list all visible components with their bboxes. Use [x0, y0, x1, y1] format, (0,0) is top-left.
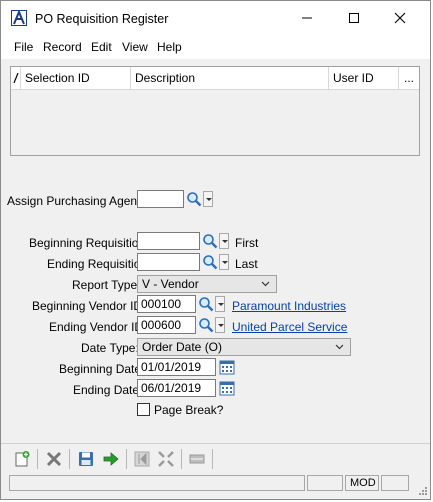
end-date-calendar-icon[interactable]	[219, 380, 235, 396]
status-panel-blank	[307, 475, 343, 491]
maximize-button[interactable]	[331, 6, 377, 30]
first-record-icon[interactable]	[133, 450, 151, 468]
date-type-label: Date Type:	[81, 341, 139, 355]
toolbar-separator	[37, 449, 38, 469]
begin-vendor-input[interactable]: 000100	[137, 295, 196, 313]
agent-input[interactable]	[137, 190, 184, 208]
begin-date-input[interactable]: 01/01/2019	[137, 358, 216, 376]
col-user-id[interactable]: User ID	[329, 67, 399, 89]
window-title: PO Requisition Register	[35, 12, 169, 26]
expand-icon[interactable]	[157, 450, 175, 468]
menu-view[interactable]: View	[122, 40, 148, 54]
page-break-label: Page Break?	[154, 403, 224, 417]
begin-date-calendar-icon[interactable]	[219, 359, 235, 375]
report-type-select[interactable]: V - Vendor	[137, 275, 277, 293]
end-req-input[interactable]	[137, 253, 200, 271]
col-description[interactable]: Description	[131, 67, 329, 89]
menu-help[interactable]: Help	[157, 40, 182, 54]
delete-icon[interactable]	[45, 450, 63, 468]
begin-date-label: Beginning Date:	[59, 362, 145, 376]
toolbar-separator	[212, 449, 213, 469]
end-vendor-label: Ending Vendor ID:	[49, 320, 147, 334]
menu-file[interactable]: File	[14, 40, 33, 54]
begin-vendor-name-link[interactable]: Paramount Industries	[232, 299, 346, 313]
toolbar-separator	[181, 449, 182, 469]
status-bar: MOD	[1, 473, 430, 499]
col-more-button[interactable]: ...	[399, 67, 419, 89]
grid-header: Selection ID Description User ID ...	[11, 67, 419, 90]
begin-req-hint: First	[235, 236, 259, 250]
resize-grip-icon[interactable]	[417, 485, 427, 495]
begin-req-input[interactable]	[137, 232, 200, 250]
row-indicator-icon	[11, 67, 21, 89]
end-req-dropdown-arrow[interactable]	[219, 254, 229, 270]
menu-edit[interactable]: Edit	[91, 40, 112, 54]
begin-req-lookup-icon[interactable]	[202, 233, 218, 249]
chevron-down-icon	[261, 281, 270, 287]
menu-record[interactable]: Record	[43, 40, 82, 54]
end-vendor-name-link[interactable]: United Parcel Service	[232, 320, 347, 334]
begin-req-label: Beginning Requisition	[29, 236, 146, 250]
col-selection-id[interactable]: Selection ID	[21, 67, 131, 89]
toolbar-separator	[69, 449, 70, 469]
report-type-value: V - Vendor	[142, 277, 199, 291]
selection-grid[interactable]: Selection ID Description User ID ...	[10, 66, 420, 156]
begin-vendor-lookup-icon[interactable]	[198, 296, 214, 312]
begin-vendor-dropdown-arrow[interactable]	[215, 296, 225, 312]
end-req-label: Ending Requisition	[47, 257, 148, 271]
begin-vendor-label: Beginning Vendor ID:	[32, 299, 146, 313]
menu-bar: File Record Edit View Help	[1, 35, 430, 59]
status-mode-panel: MOD	[345, 475, 379, 491]
run-arrow-icon[interactable]	[102, 450, 120, 468]
close-button[interactable]	[377, 6, 423, 30]
minimize-button[interactable]	[284, 6, 330, 30]
agent-dropdown-arrow[interactable]	[203, 191, 213, 207]
status-panel-blank	[381, 475, 409, 491]
chevron-down-icon	[335, 344, 344, 350]
end-vendor-dropdown-arrow[interactable]	[215, 317, 225, 333]
agent-lookup-icon[interactable]	[186, 191, 202, 207]
minus-record-icon[interactable]	[188, 450, 206, 468]
save-icon[interactable]	[77, 450, 95, 468]
toolbar-separator	[126, 449, 127, 469]
maximize-icon	[349, 13, 359, 23]
title-bar: PO Requisition Register	[1, 1, 430, 35]
begin-req-dropdown-arrow[interactable]	[219, 233, 229, 249]
end-date-label: Ending Date:	[73, 383, 143, 397]
close-icon	[394, 12, 406, 24]
app-logo-icon	[11, 10, 27, 26]
end-req-lookup-icon[interactable]	[202, 254, 218, 270]
end-date-input[interactable]: 06/01/2019	[137, 379, 216, 397]
new-record-icon[interactable]	[13, 450, 31, 468]
toolbar	[1, 443, 430, 474]
date-type-select[interactable]: Order Date (O)	[137, 338, 351, 356]
agent-label: Assign Purchasing Agent:	[7, 194, 144, 208]
date-type-value: Order Date (O)	[142, 340, 223, 354]
minimize-icon	[302, 17, 312, 19]
report-type-label: Report Type:	[72, 278, 141, 292]
end-vendor-input[interactable]: 000600	[137, 316, 196, 334]
end-vendor-lookup-icon[interactable]	[198, 317, 214, 333]
page-break-checkbox[interactable]	[137, 403, 150, 416]
end-req-hint: Last	[235, 257, 258, 271]
report-window: PO Requisition Register File Record Edit…	[0, 0, 431, 500]
status-message-panel	[9, 475, 305, 491]
